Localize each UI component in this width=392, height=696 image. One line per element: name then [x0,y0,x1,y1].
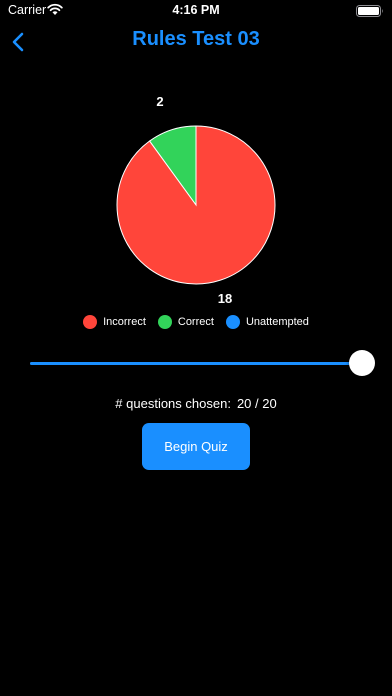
battery-icon [356,5,383,17]
pie-chart-svg: 2 18 [116,94,276,306]
chart-legend: Incorrect Correct Unattempted [0,315,392,329]
results-pie-chart: 2 18 [96,90,296,310]
legend-dot [83,315,98,329]
legend-item-correct: Correct [157,315,214,329]
pie-slice-incorrect [116,125,276,285]
legend-dot [225,315,240,329]
page-title: Rules Test 03 [132,28,260,50]
clock: 4:16 PM [172,3,220,17]
legend-item-unattempted: Unattempted [225,315,309,329]
question-count-label: # questions chosen: [115,396,231,411]
nav-bar: Rules Test 03 [0,22,392,62]
begin-quiz-button[interactable]: Begin Quiz [142,423,250,470]
pie-label-correct: 2 [156,94,163,109]
legend-label: Incorrect [103,316,146,328]
question-count-slider[interactable] [30,350,375,376]
slider-thumb[interactable] [349,350,375,376]
pie-label-incorrect: 18 [218,291,232,306]
status-bar: Carrier 4:16 PM [0,0,392,22]
legend-dot [157,315,172,329]
question-count-value: 20 / 20 [236,396,277,411]
slider-fill [30,362,362,365]
legend-item-incorrect: Incorrect [83,315,146,329]
question-count-row: # questions chosen: 20 / 20 [0,396,392,411]
screen: Carrier 4:16 PM Rules Test 03 2 18 Incorr… [0,0,392,696]
legend-label: Unattempted [245,316,309,328]
begin-quiz-label: Begin Quiz [164,439,228,454]
legend-label: Correct [177,316,214,328]
